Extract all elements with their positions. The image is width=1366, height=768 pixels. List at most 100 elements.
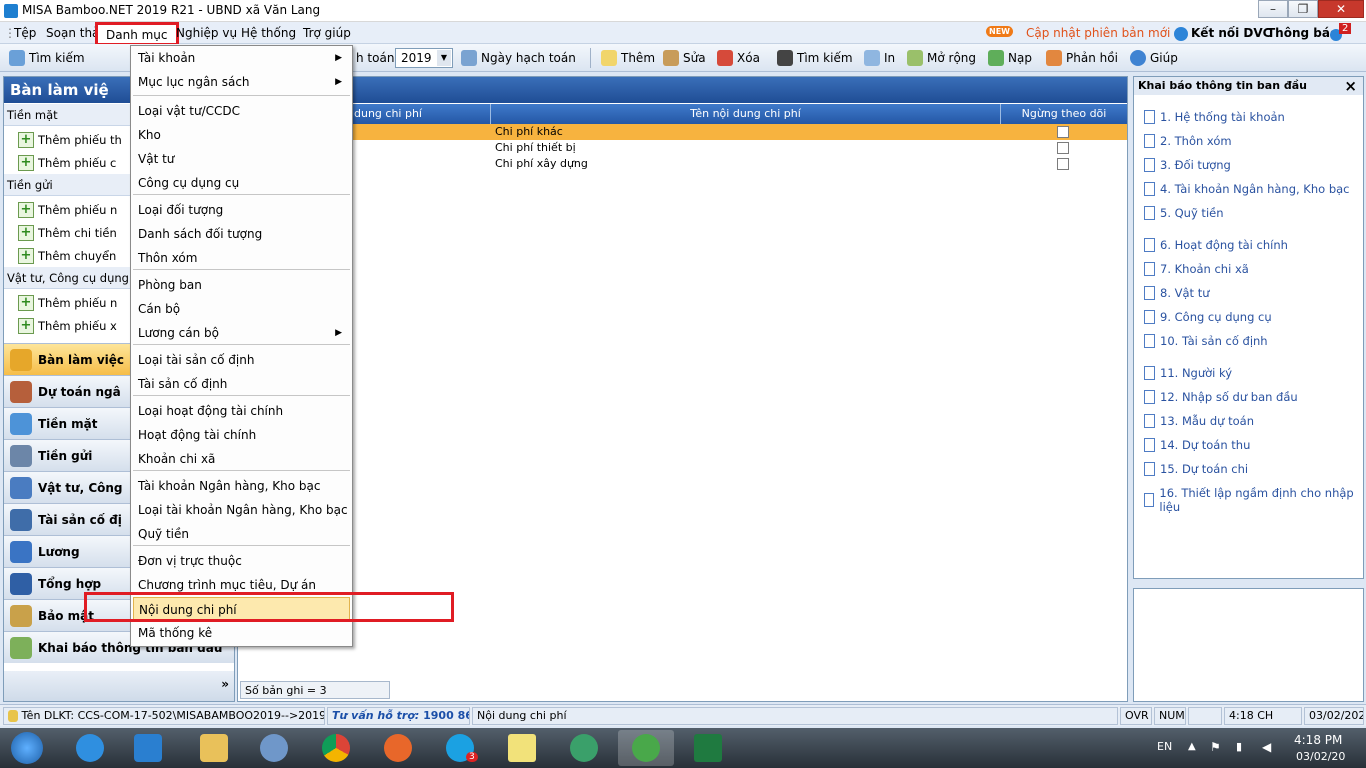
table-row[interactable]: Chi phí thiết bị: [238, 140, 1127, 156]
table-row[interactable]: Chi phí xây dựng: [238, 156, 1127, 172]
taskbar-media[interactable]: [120, 730, 176, 766]
reload-button[interactable]: Nạp: [985, 48, 1035, 68]
menu-file[interactable]: Tệp: [10, 25, 40, 41]
document-icon: [1144, 310, 1155, 324]
setup-panel: Khai báo thông tin ban đầu × 1. Hệ thống…: [1133, 76, 1364, 579]
add-button[interactable]: Thêm: [598, 48, 658, 68]
clock-date[interactable]: 03/02/20: [1296, 750, 1345, 763]
dropdown-item[interactable]: Công cụ dụng cụ: [133, 171, 350, 195]
window-title: MISA Bamboo.NET 2019 R21 - UBND xã Văn L…: [22, 3, 321, 17]
setup-item[interactable]: 1. Hệ thống tài khoản: [1144, 110, 1285, 124]
setup-item[interactable]: 2. Thôn xóm: [1144, 134, 1232, 148]
setup-item[interactable]: 8. Vật tư: [1144, 286, 1210, 300]
setup-item[interactable]: 13. Mẫu dự toán: [1144, 414, 1254, 428]
dropdown-item[interactable]: Phòng ban: [133, 273, 350, 297]
volume-icon[interactable]: ◀: [1262, 740, 1271, 754]
setup-item[interactable]: 15. Dự toán chi: [1144, 462, 1248, 476]
setup-item[interactable]: 12. Nhập số dư ban đầu: [1144, 390, 1298, 404]
menu-separator: [133, 95, 350, 96]
dropdown-item[interactable]: Loại vật tư/CCDC: [133, 99, 350, 123]
menu-danh-muc[interactable]: Danh mục: [95, 22, 179, 46]
feedback-button[interactable]: Phản hồi: [1043, 48, 1121, 68]
print-button[interactable]: In: [861, 48, 898, 68]
dropdown-item[interactable]: Loại đối tượng: [133, 198, 350, 222]
update-link[interactable]: Cập nhật phiên bản mới: [1026, 26, 1170, 40]
taskbar-messenger[interactable]: [246, 730, 302, 766]
menu-he-thong[interactable]: Hệ thống: [237, 25, 300, 41]
checkbox[interactable]: [1057, 126, 1069, 138]
setup-item[interactable]: 7. Khoản chi xã: [1144, 262, 1249, 276]
table-row[interactable]: Chi phí khác: [238, 124, 1127, 140]
maximize-button[interactable]: ❐: [1288, 0, 1318, 18]
dropdown-item[interactable]: Quỹ tiền: [133, 522, 350, 546]
notify-link[interactable]: Thông báo: [1267, 26, 1338, 40]
dropdown-item[interactable]: Mã thống kê: [133, 621, 350, 645]
dropdown-item[interactable]: Cán bộ: [133, 297, 350, 321]
taskbar-explorer[interactable]: [186, 730, 242, 766]
menu-nghiep-vu[interactable]: Nghiệp vụ: [172, 25, 241, 41]
plus-icon: +: [18, 317, 34, 334]
dropdown-item[interactable]: Hoạt động tài chính: [133, 423, 350, 447]
minimize-button[interactable]: –: [1258, 0, 1288, 18]
taskbar-firefox[interactable]: [370, 730, 426, 766]
menu-tro-giup[interactable]: Trợ giúp: [299, 25, 355, 41]
dropdown-item[interactable]: Danh sách đối tượng: [133, 222, 350, 246]
delete-button[interactable]: Xóa: [714, 48, 763, 68]
taskbar-skype[interactable]: 3: [432, 730, 488, 766]
ngay-hach-toan-button[interactable]: Ngày hạch toán: [458, 48, 579, 68]
help-button[interactable]: Giúp: [1127, 48, 1181, 68]
dropdown-item[interactable]: Loại hoạt động tài chính: [133, 399, 350, 423]
taskbar-notes[interactable]: [494, 730, 550, 766]
cash-icon: [10, 412, 32, 435]
dropdown-item[interactable]: Lương cán bộ ▶: [133, 321, 350, 345]
year-select[interactable]: 2019 ▼: [395, 48, 453, 68]
toolbar-search-left[interactable]: Tìm kiếm: [6, 48, 88, 68]
setup-item[interactable]: 14. Dự toán thu: [1144, 438, 1250, 452]
checkbox[interactable]: [1057, 158, 1069, 170]
expand-button[interactable]: Mở rộng: [904, 48, 979, 68]
col-ngung[interactable]: Ngừng theo dõi: [1001, 104, 1127, 124]
refresh-icon: [988, 50, 1004, 66]
flag-icon[interactable]: ⚑: [1210, 740, 1221, 754]
dropdown-item[interactable]: Mục lục ngân sách ▶: [133, 70, 350, 94]
dropdown-item[interactable]: Tài sản cố định: [133, 372, 350, 396]
clock-time[interactable]: 4:18 PM: [1294, 733, 1342, 747]
dropdown-item[interactable]: Thôn xóm: [133, 246, 350, 270]
setup-item[interactable]: 11. Người ký: [1144, 366, 1232, 380]
setup-item[interactable]: 5. Quỹ tiền: [1144, 206, 1224, 220]
language-indicator[interactable]: EN: [1157, 740, 1172, 753]
taskbar-chrome[interactable]: [308, 730, 364, 766]
start-button[interactable]: [0, 730, 54, 766]
find-button[interactable]: Tìm kiếm: [774, 48, 856, 68]
dropdown-item[interactable]: Khoản chi xã: [133, 447, 350, 471]
setup-item[interactable]: 6. Hoạt động tài chính: [1144, 238, 1288, 252]
more-chevron-icon[interactable]: »: [221, 677, 229, 691]
dropdown-item[interactable]: Loại tài khoản Ngân hàng, Kho bạc: [133, 498, 350, 522]
dropdown-item[interactable]: Đơn vị trực thuộc: [133, 549, 350, 573]
edit-button[interactable]: Sửa: [660, 48, 709, 68]
document-icon: [1144, 238, 1155, 252]
taskbar-ie[interactable]: [62, 730, 118, 766]
setup-item[interactable]: 4. Tài khoản Ngân hàng, Kho bạc: [1144, 182, 1350, 196]
toolbar-ht-toan[interactable]: h toán: [353, 48, 397, 68]
chevron-down-icon[interactable]: ▼: [437, 50, 451, 66]
dvc-link[interactable]: Kết nối DVC: [1191, 26, 1271, 40]
dropdown-item[interactable]: Kho: [133, 123, 350, 147]
setup-item[interactable]: 9. Công cụ dụng cụ: [1144, 310, 1272, 324]
dropdown-item[interactable]: Tài khoản ▶: [133, 46, 350, 70]
col-ten[interactable]: Tên nội dung chi phí: [491, 104, 1001, 124]
network-icon[interactable]: ▮: [1236, 740, 1242, 753]
taskbar-excel[interactable]: [680, 730, 736, 766]
close-button[interactable]: ✕: [1318, 0, 1364, 18]
dropdown-item[interactable]: Loại tài sản cố định: [133, 348, 350, 372]
tray-up-icon[interactable]: ▲: [1188, 741, 1196, 752]
setup-item[interactable]: 3. Đối tượng: [1144, 158, 1231, 172]
taskbar-misa[interactable]: [618, 730, 674, 766]
setup-item[interactable]: 10. Tài sản cố định: [1144, 334, 1268, 348]
checkbox[interactable]: [1057, 142, 1069, 154]
taskbar-ultraviewer[interactable]: [556, 730, 612, 766]
dropdown-item[interactable]: Vật tư: [133, 147, 350, 171]
close-icon[interactable]: ×: [1344, 77, 1357, 95]
setup-item[interactable]: 16. Thiết lập ngầm định cho nhập liệu: [1144, 486, 1363, 514]
dropdown-item[interactable]: Tài khoản Ngân hàng, Kho bạc: [133, 474, 350, 498]
